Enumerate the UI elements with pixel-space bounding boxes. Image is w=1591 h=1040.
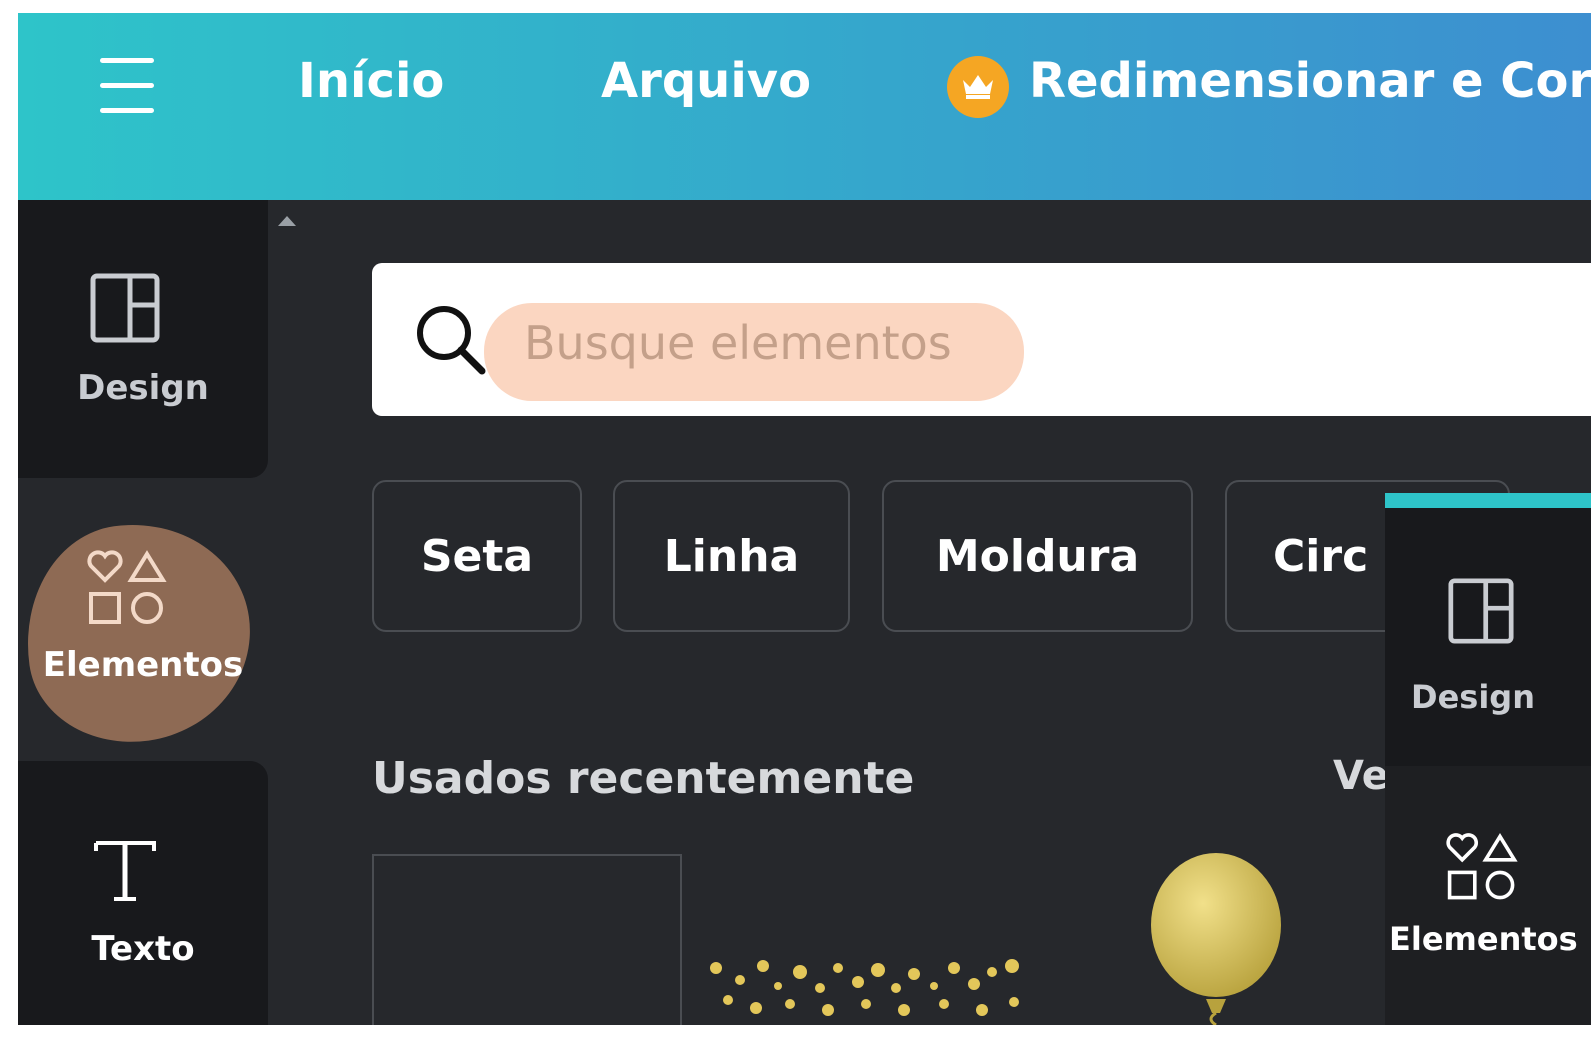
overlay-item-design[interactable]: Design: [1385, 508, 1591, 766]
top-bar: Início Arquivo Redimensionar e Cor: [18, 13, 1591, 200]
layout-icon: [1448, 578, 1514, 644]
search-bar[interactable]: [372, 263, 1591, 416]
crown-icon: [947, 56, 1009, 118]
menu-arquivo[interactable]: Arquivo: [601, 53, 811, 109]
search-input[interactable]: [522, 303, 1226, 383]
layout-icon: [90, 273, 160, 343]
recent-item-balloon[interactable]: [1146, 853, 1286, 1025]
highlight-annotation: [18, 509, 265, 756]
sidebar-item-label: Design: [77, 368, 209, 408]
sidebar-item-elementos[interactable]: Elementos: [18, 478, 268, 761]
floating-sidebar-overlay: Design Elementos: [1385, 493, 1591, 1025]
overlay-item-label: Design: [1411, 678, 1535, 716]
shapes-icon: [87, 550, 167, 624]
sidebar-item-label: Texto: [91, 929, 195, 969]
chip-moldura[interactable]: Moldura: [882, 480, 1193, 632]
editor-app: Início Arquivo Redimensionar e Cor Desig…: [18, 13, 1591, 1025]
section-title: Usados recentemente: [372, 753, 915, 804]
chip-seta[interactable]: Seta: [372, 480, 582, 632]
overlay-item-label: Elementos: [1389, 920, 1578, 958]
shapes-icon: [1446, 832, 1518, 900]
overlay-accent-bar: [1385, 493, 1591, 508]
text-icon: [94, 841, 156, 901]
recent-item-blank[interactable]: [372, 854, 682, 1025]
sidebar-item-design[interactable]: Design: [18, 200, 268, 478]
search-icon: [417, 306, 486, 375]
menu-redimensionar[interactable]: Redimensionar e Cor: [1029, 53, 1591, 109]
hamburger-menu-icon[interactable]: [100, 58, 154, 114]
menu-inicio[interactable]: Início: [298, 53, 444, 109]
chip-linha[interactable]: Linha: [613, 480, 850, 632]
left-sidebar: Design Elementos Texto: [18, 200, 268, 1025]
recent-item-confetti[interactable]: [708, 958, 1038, 1025]
see-all-link[interactable]: Ve: [1333, 753, 1389, 799]
sidebar-item-texto[interactable]: Texto: [18, 761, 268, 1025]
scroll-up-arrow-icon[interactable]: [278, 216, 296, 226]
sidebar-item-label: Elementos: [42, 645, 244, 685]
